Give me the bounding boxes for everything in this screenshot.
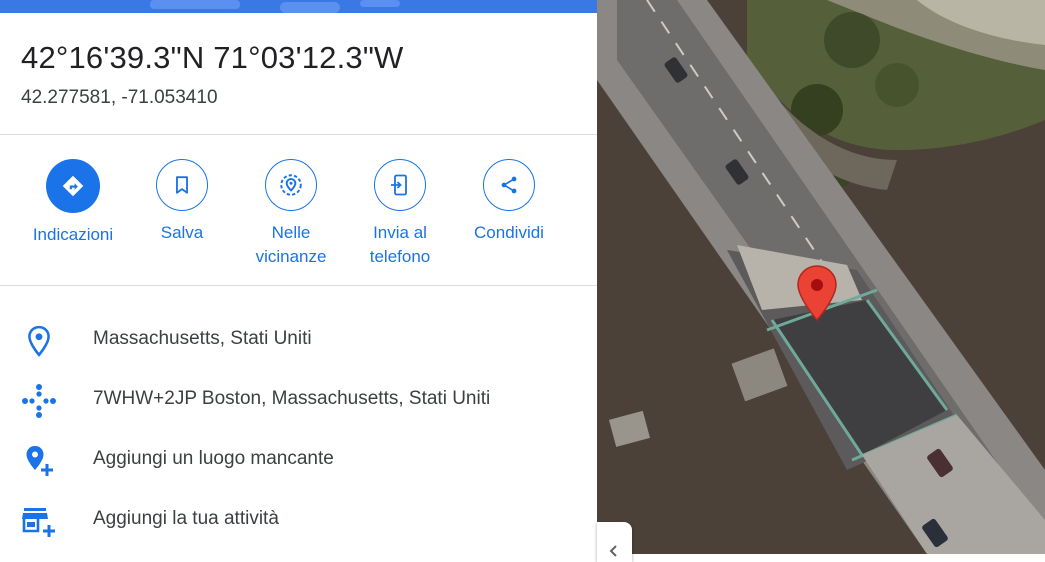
add-business-row[interactable]: Aggiungi la tua attività <box>0 498 597 542</box>
plus-code-row[interactable]: 7WHW+2JP Boston, Massachusetts, Stati Un… <box>0 378 597 422</box>
send-to-phone-icon <box>374 159 426 211</box>
share-button[interactable]: Condividi <box>454 159 564 245</box>
nearby-label: Nelle vicinanze <box>255 223 327 266</box>
decimal-coordinates[interactable]: 42.277581, -71.053410 <box>21 87 218 109</box>
share-icon <box>483 159 535 211</box>
save-button[interactable]: Salva <box>127 159 237 245</box>
nearby-button[interactable]: Nelle vicinanze <box>236 159 346 269</box>
address-text: Massachusetts, Stati Uniti <box>93 328 312 349</box>
share-label: Condividi <box>474 223 544 242</box>
nearby-icon <box>265 159 317 211</box>
add-place-icon <box>20 444 58 478</box>
directions-label: Indicazioni <box>32 225 114 244</box>
collapse-panel-button[interactable] <box>597 522 632 562</box>
send-to-phone-label: Invia al telefono <box>369 223 431 266</box>
chevron-left-icon <box>609 545 617 557</box>
divider <box>0 134 597 135</box>
place-title: 42°16'39.3"N 71°03'12.3"W <box>21 40 404 75</box>
satellite-map[interactable] <box>597 0 1045 554</box>
place-panel: 42°16'39.3"N 71°03'12.3"W 42.277581, -71… <box>0 0 597 554</box>
divider <box>0 285 597 286</box>
plus-code-icon <box>20 384 58 418</box>
add-missing-place-text: Aggiungi un luogo mancante <box>93 448 334 469</box>
location-pin-icon <box>20 324 58 358</box>
save-label: Salva <box>160 223 204 242</box>
bookmark-icon <box>156 159 208 211</box>
add-business-icon <box>20 504 58 538</box>
plus-code-text: 7WHW+2JP Boston, Massachusetts, Stati Un… <box>93 388 491 409</box>
send-to-phone-button[interactable]: Invia al telefono <box>345 159 455 269</box>
add-missing-place-row[interactable]: Aggiungi un luogo mancante <box>0 438 597 482</box>
location-marker-icon[interactable] <box>796 264 838 322</box>
directions-icon <box>46 159 100 213</box>
add-business-text: Aggiungi la tua attività <box>93 508 279 529</box>
header-image-strip <box>0 0 597 13</box>
address-row[interactable]: Massachusetts, Stati Uniti <box>0 318 597 362</box>
directions-button[interactable]: Indicazioni <box>18 159 128 247</box>
